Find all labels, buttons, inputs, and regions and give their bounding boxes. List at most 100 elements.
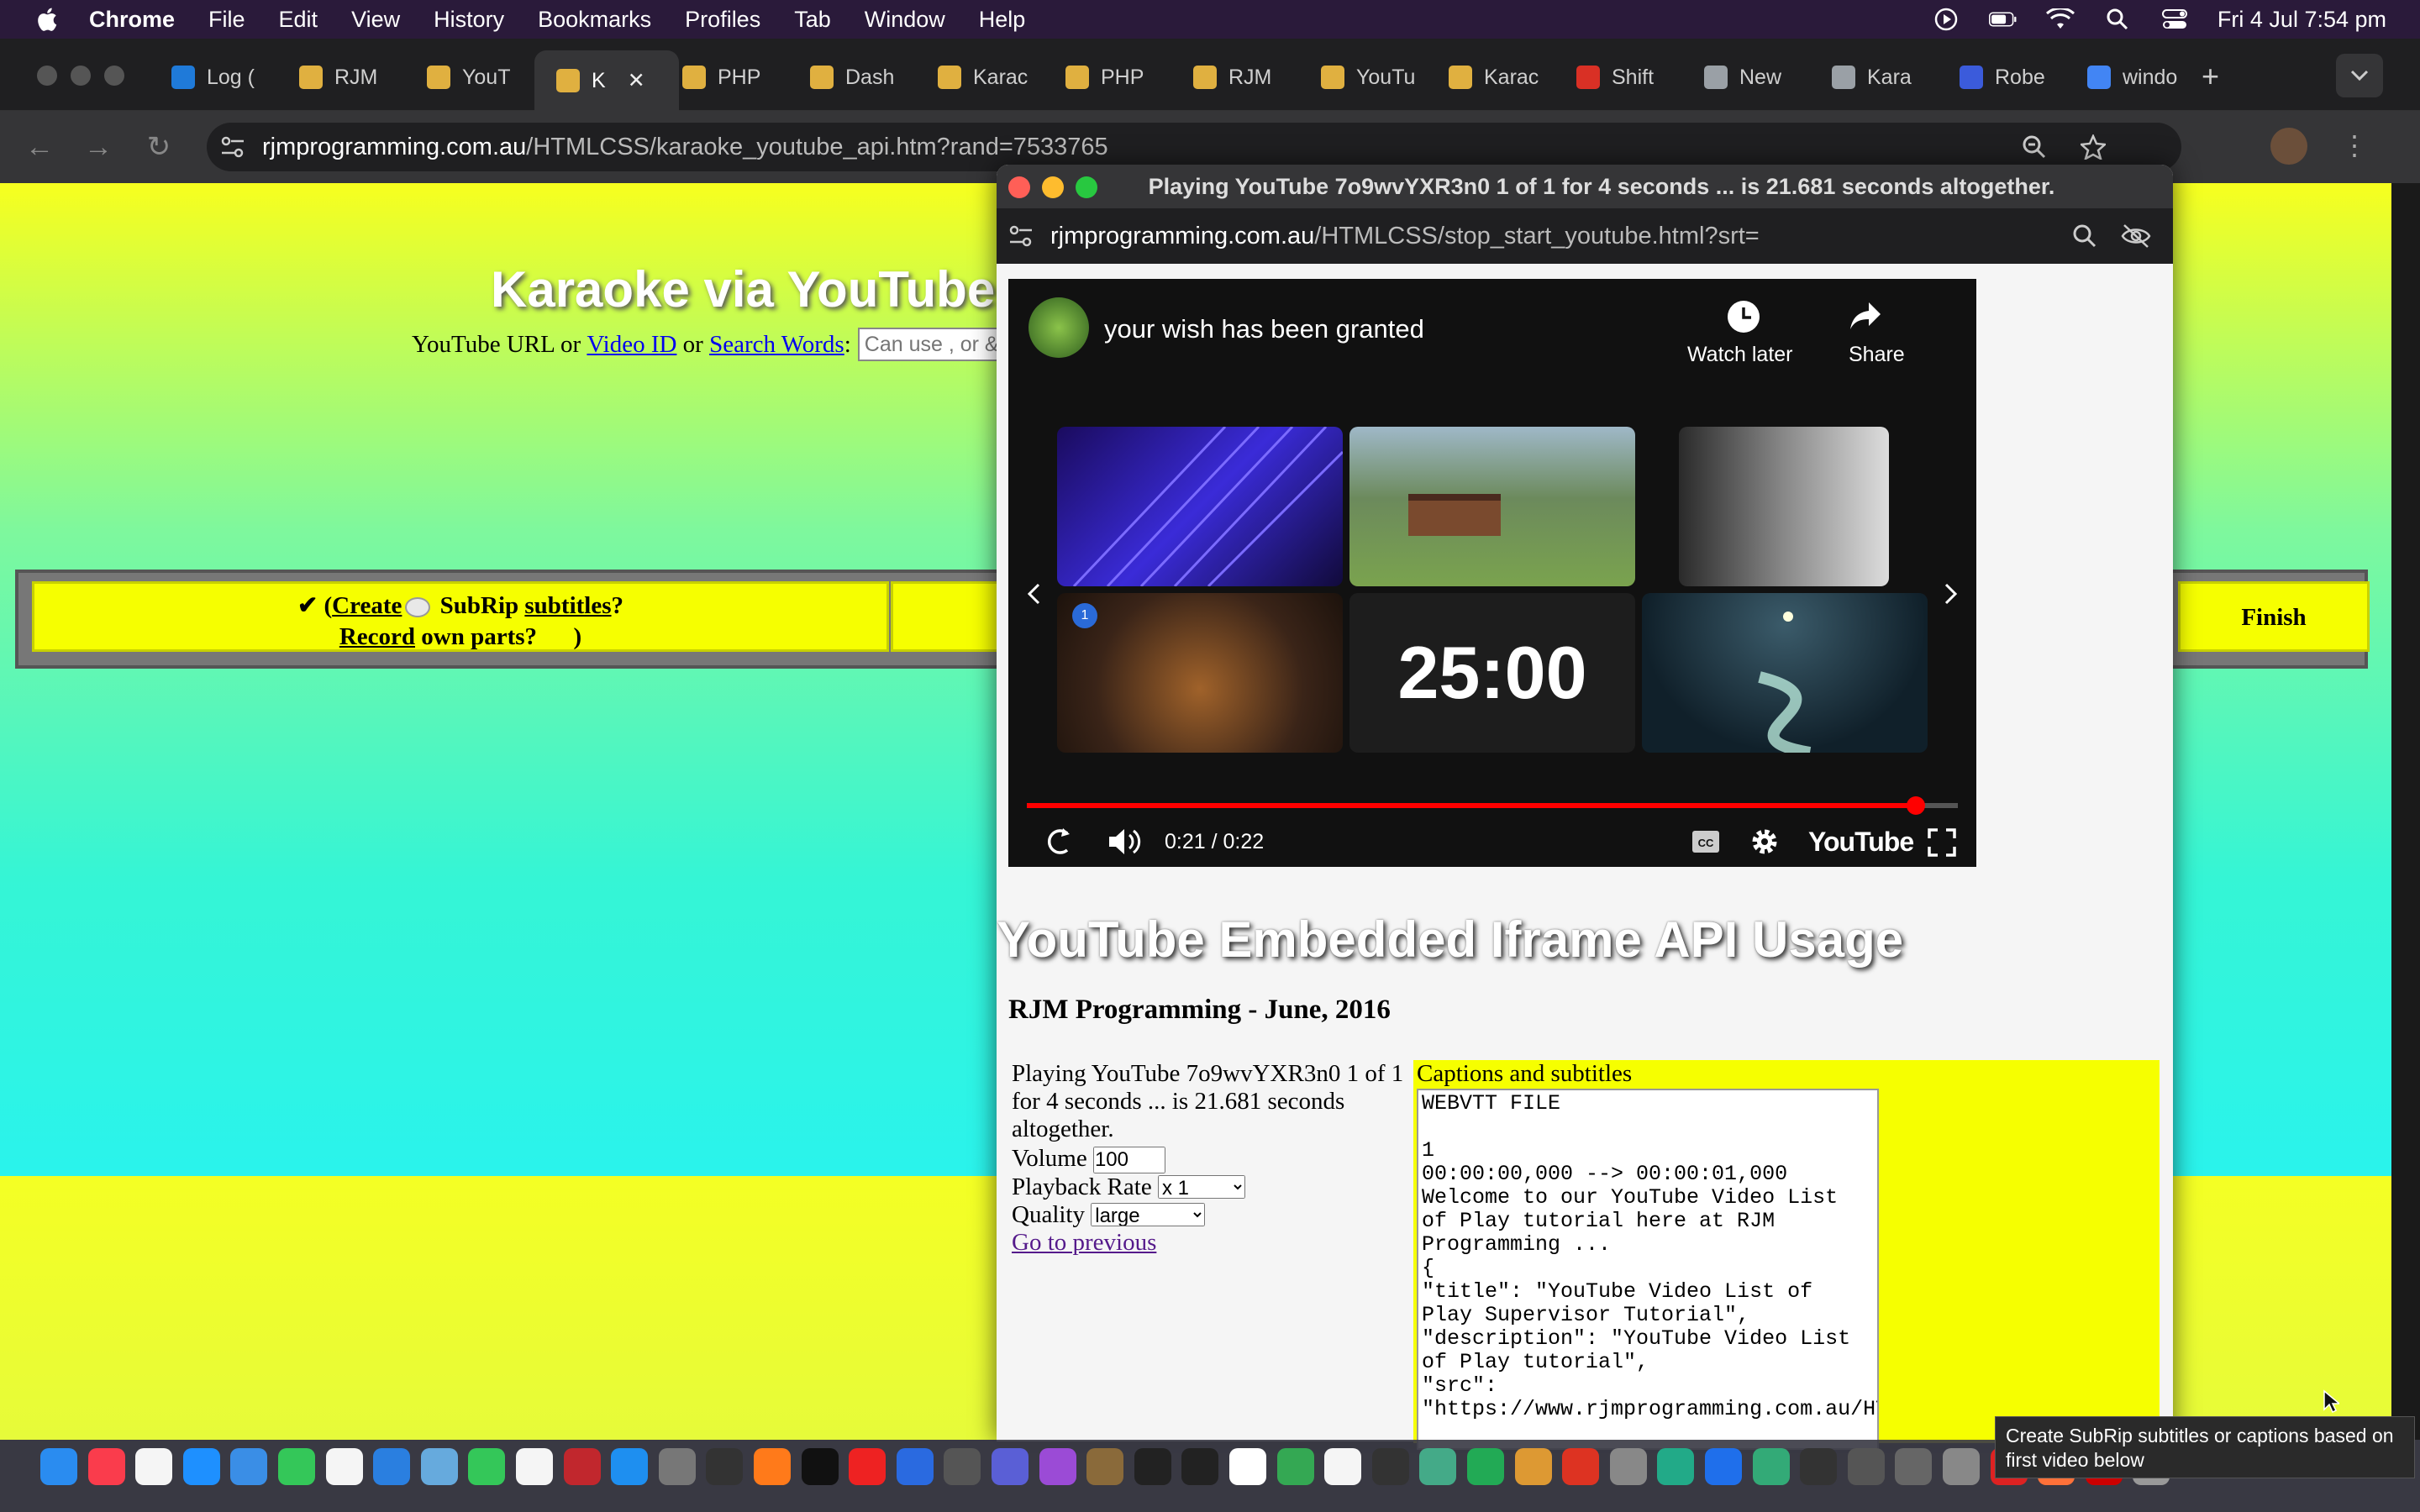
share-label[interactable]: Share (1849, 343, 1905, 367)
tab-3[interactable]: K ✕ (534, 50, 679, 111)
tab-0[interactable]: Log ( (160, 50, 276, 104)
tab-5[interactable]: Dash (798, 50, 914, 104)
tab-15[interactable]: windo (2075, 50, 2191, 104)
menu-bookmarks[interactable]: Bookmarks (538, 7, 651, 33)
menu-history[interactable]: History (434, 7, 504, 33)
menu-profiles[interactable]: Profiles (685, 7, 760, 33)
site-info-icon[interactable] (220, 135, 245, 159)
menu-window[interactable]: Window (865, 7, 945, 33)
dock-app-icon[interactable] (135, 1448, 173, 1485)
volume-input[interactable] (1092, 1147, 1165, 1173)
captions-icon[interactable]: CC (1691, 828, 1721, 855)
menu-file[interactable]: File (208, 7, 245, 33)
video-thumbnail-1[interactable] (1057, 427, 1343, 586)
dock-app-icon[interactable] (1467, 1448, 1504, 1485)
video-id-link[interactable]: Video ID (587, 331, 676, 359)
search-words-link[interactable]: Search Words (709, 331, 844, 359)
dock-app-icon[interactable] (992, 1448, 1028, 1485)
finish-button[interactable]: Finish (2178, 581, 2370, 652)
dock-app-icon[interactable] (1895, 1448, 1933, 1485)
dock-app-icon[interactable] (278, 1448, 315, 1485)
chevron-left-icon[interactable] (1025, 581, 1042, 606)
profile-avatar[interactable] (2270, 128, 2307, 165)
tab-2[interactable]: YouT (415, 50, 531, 104)
quality-select[interactable]: large (1091, 1203, 1206, 1226)
dock-app-icon[interactable] (1276, 1448, 1314, 1485)
dock-app-icon[interactable] (182, 1448, 220, 1485)
dock-app-icon[interactable] (754, 1448, 791, 1485)
menu-help[interactable]: Help (979, 7, 1026, 33)
zoom-icon[interactable] (2072, 223, 2097, 249)
tab-12[interactable]: New (1692, 50, 1808, 104)
watch-later-label[interactable]: Watch later (1687, 343, 1793, 367)
subtitles-link[interactable]: subtitles (524, 592, 611, 619)
popup-zoom-button[interactable] (1076, 176, 1097, 198)
replay-icon[interactable] (1042, 825, 1076, 858)
chrome-menu-icon[interactable]: ⋮ (2341, 129, 2368, 161)
dock-app-icon[interactable] (1324, 1448, 1362, 1485)
dock-app-icon[interactable] (1562, 1448, 1600, 1485)
menu-clock[interactable]: Fri 4 Jul 7:54 pm (2217, 7, 2386, 33)
youtube-player[interactable]: your wish has been granted Watch later S… (1008, 279, 1976, 867)
wifi-icon[interactable] (2045, 7, 2075, 32)
progress-track[interactable] (1027, 796, 1958, 815)
video-thumbnail-2[interactable] (1349, 427, 1635, 586)
dock-app-icon[interactable] (1609, 1448, 1647, 1485)
dock-app-icon[interactable] (1800, 1448, 1838, 1485)
go-to-previous-link[interactable]: Go to previous (1012, 1229, 1156, 1256)
tab-7[interactable]: PHP (1054, 50, 1170, 104)
dock-app-icon[interactable] (801, 1448, 839, 1485)
tab-close-icon[interactable]: ✕ (628, 68, 645, 93)
tab-8[interactable]: RJM (1181, 50, 1297, 104)
apple-icon[interactable] (34, 6, 59, 33)
popup-close-button[interactable] (1008, 176, 1030, 198)
dock-app-icon[interactable] (944, 1448, 981, 1485)
dock-app-icon[interactable] (468, 1448, 506, 1485)
dock-app-icon[interactable] (1657, 1448, 1695, 1485)
dock-app-icon[interactable] (1943, 1448, 1980, 1485)
dock-app-icon[interactable] (563, 1448, 601, 1485)
volume-icon[interactable] (1106, 825, 1141, 858)
playback-rate-select[interactable]: x 1 (1157, 1175, 1245, 1199)
fullscreen-icon[interactable] (1928, 828, 1956, 857)
dock-app-icon[interactable] (849, 1448, 886, 1485)
zoom-icon[interactable] (2022, 134, 2047, 160)
dock-app-icon[interactable] (1134, 1448, 1171, 1485)
chevron-right-icon[interactable] (1943, 581, 1960, 606)
popup-address-bar[interactable]: rjmprogramming.com.au/HTMLCSS/stop_start… (997, 208, 2173, 264)
eye-slash-icon[interactable] (2121, 223, 2151, 249)
new-tab-button[interactable]: + (2202, 59, 2219, 94)
search-input[interactable] (857, 328, 1018, 361)
tab-10[interactable]: Karac (1437, 50, 1553, 104)
dock-app-icon[interactable] (420, 1448, 458, 1485)
dock-app-icon[interactable] (230, 1448, 268, 1485)
progress-scrubber[interactable] (1907, 796, 1926, 815)
reload-button[interactable]: ↻ (143, 131, 175, 163)
dock-app-icon[interactable] (40, 1448, 77, 1485)
tab-1[interactable]: RJM (287, 50, 403, 104)
clock-icon[interactable] (1726, 299, 1761, 334)
battery-icon[interactable] (1988, 7, 2018, 32)
window-close-button[interactable] (37, 66, 57, 86)
tab-9[interactable]: YouTu (1309, 50, 1425, 104)
menu-app-name[interactable]: Chrome (89, 7, 175, 33)
youtube-logo[interactable]: YouTube (1808, 827, 1914, 858)
back-button[interactable]: ← (24, 131, 55, 163)
dock-app-icon[interactable] (1705, 1448, 1742, 1485)
video-title[interactable]: your wish has been granted (1104, 314, 1424, 344)
menu-edit[interactable]: Edit (279, 7, 318, 33)
site-info-icon[interactable] (1008, 224, 1034, 248)
dock-app-icon[interactable] (611, 1448, 649, 1485)
create-link[interactable]: Create (332, 592, 402, 619)
menu-tab[interactable]: Tab (794, 7, 831, 33)
share-icon[interactable] (1849, 299, 1882, 333)
forward-button[interactable]: → (82, 131, 114, 163)
menu-view[interactable]: View (351, 7, 400, 33)
create-subtitles-cell[interactable]: ✔ (Create SubRip subtitles? Record own p… (32, 581, 889, 652)
window-minimize-button[interactable] (71, 66, 91, 86)
dock-app-icon[interactable] (1039, 1448, 1076, 1485)
dock-app-icon[interactable] (706, 1448, 744, 1485)
tab-11[interactable]: Shift (1565, 50, 1681, 104)
dock-app-icon[interactable] (87, 1448, 125, 1485)
spotlight-search-icon[interactable] (2103, 7, 2132, 32)
